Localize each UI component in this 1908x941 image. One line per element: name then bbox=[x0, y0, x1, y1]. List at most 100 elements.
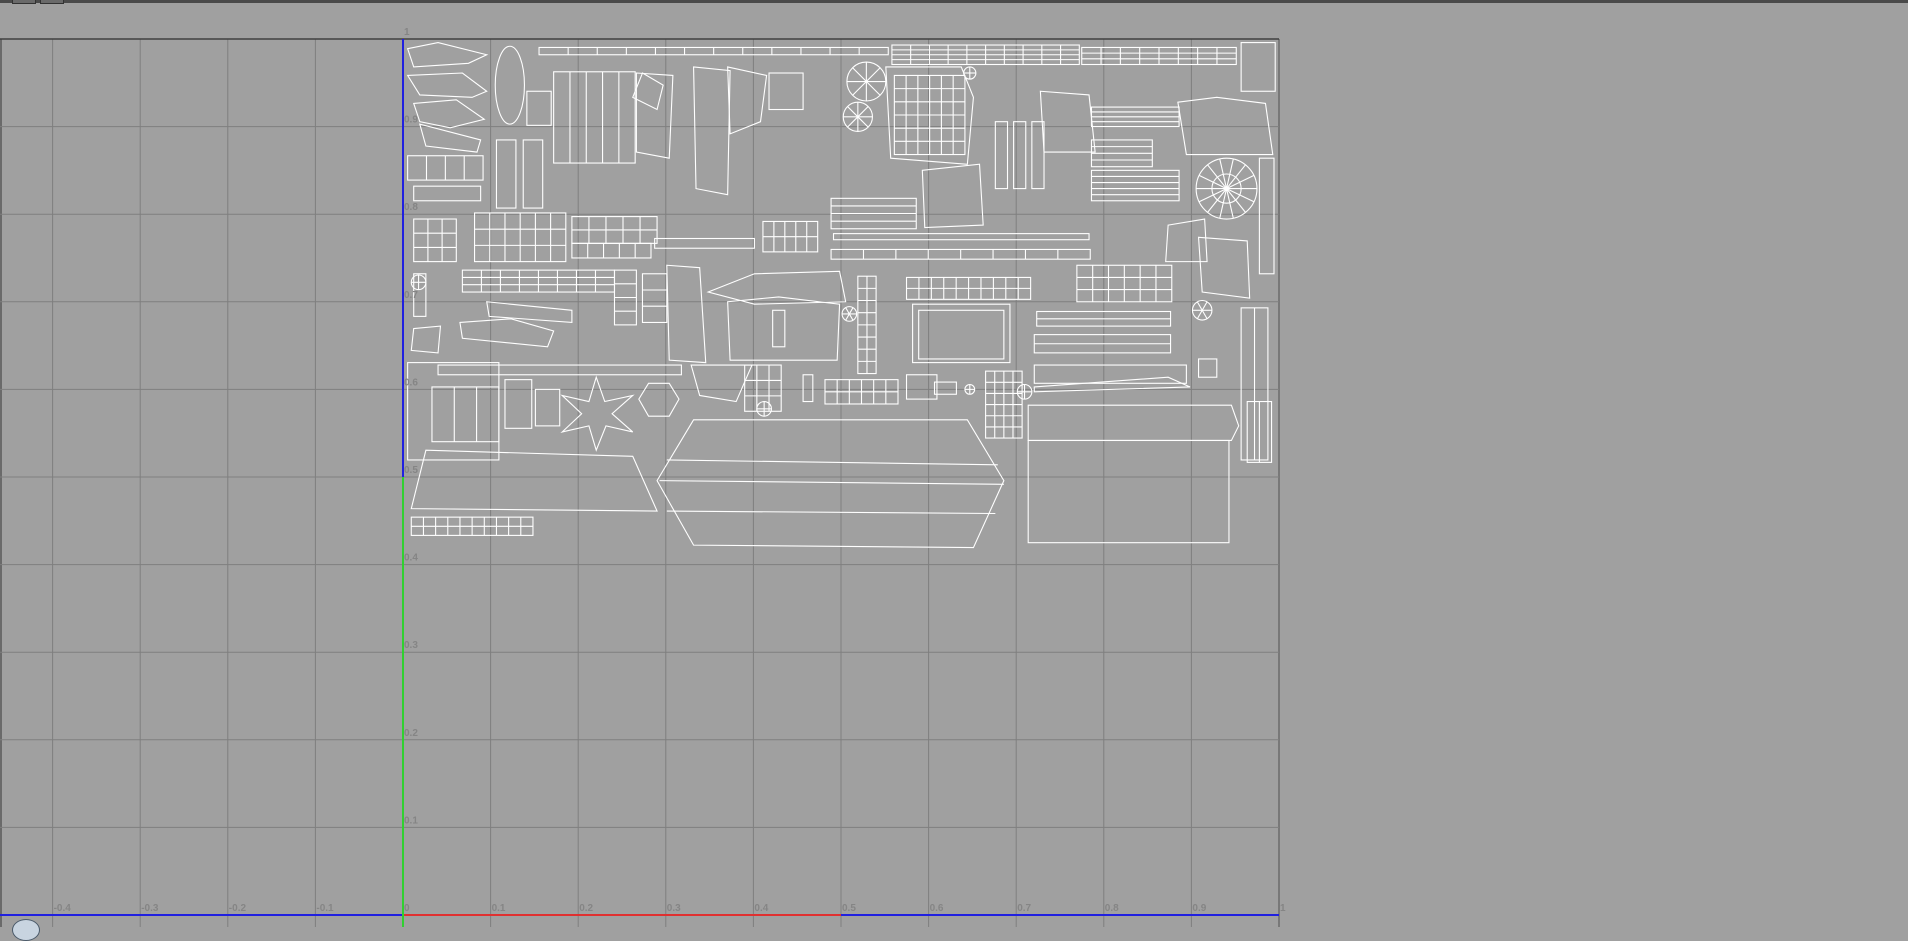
u-tick-label: 0.2 bbox=[579, 903, 593, 914]
uv-island[interactable] bbox=[632, 72, 664, 111]
u-tick-label: 0.1 bbox=[492, 903, 506, 914]
uv-island[interactable] bbox=[1027, 439, 1230, 544]
uv-island[interactable] bbox=[410, 516, 534, 536]
view-cube-button[interactable] bbox=[12, 919, 40, 941]
uv-island[interactable] bbox=[474, 212, 567, 263]
uv-island[interactable] bbox=[1195, 157, 1258, 220]
uv-island[interactable] bbox=[1240, 42, 1276, 92]
uv-island[interactable] bbox=[407, 362, 500, 461]
v-tick-label: 0.6 bbox=[404, 377, 418, 388]
uv-island[interactable] bbox=[802, 374, 814, 403]
uv-island[interactable] bbox=[1081, 46, 1237, 66]
uv-island[interactable] bbox=[921, 163, 984, 229]
uv-island[interactable] bbox=[846, 61, 887, 102]
u-tick-label: 1 bbox=[1280, 903, 1286, 914]
uv-island[interactable] bbox=[638, 382, 680, 417]
uv-island[interactable] bbox=[933, 381, 957, 395]
uv-island[interactable] bbox=[824, 379, 899, 405]
uv-island[interactable] bbox=[918, 309, 1005, 360]
uv-island[interactable] bbox=[1090, 139, 1153, 168]
uv-island[interactable] bbox=[857, 275, 877, 375]
uv-island[interactable] bbox=[459, 318, 555, 348]
uv-island[interactable] bbox=[461, 269, 616, 293]
uv-island[interactable] bbox=[830, 248, 1091, 260]
u-tick-label: 0.7 bbox=[1017, 903, 1031, 914]
uv-island[interactable] bbox=[560, 375, 635, 452]
uv-island[interactable] bbox=[495, 139, 517, 209]
uv-island[interactable] bbox=[1165, 218, 1208, 263]
uv-island[interactable] bbox=[964, 383, 976, 395]
uv-island[interactable] bbox=[613, 269, 637, 326]
uv-island[interactable] bbox=[830, 197, 917, 230]
uv-island[interactable] bbox=[1027, 404, 1240, 442]
uv-island[interactable] bbox=[744, 364, 782, 412]
uv-island[interactable] bbox=[1016, 383, 1033, 400]
uv-island[interactable] bbox=[693, 66, 731, 196]
uv-island[interactable] bbox=[994, 121, 1009, 190]
uv-island[interactable] bbox=[772, 309, 786, 348]
uv-island[interactable] bbox=[406, 42, 489, 68]
v-tick-label: 0.7 bbox=[404, 290, 418, 301]
uv-island[interactable] bbox=[706, 270, 847, 305]
uv-island[interactable] bbox=[1177, 96, 1274, 156]
uv-island[interactable] bbox=[1033, 334, 1172, 354]
uv-island[interactable] bbox=[842, 101, 873, 132]
uv-island[interactable] bbox=[762, 220, 819, 253]
uv-island[interactable] bbox=[406, 72, 488, 98]
uv-island[interactable] bbox=[1076, 264, 1173, 303]
uv-island[interactable] bbox=[1033, 364, 1187, 384]
uv-viewport[interactable]: -0.4 -0.3 -0.2 -0.1 0 0.1 0.2 0.3 0.4 0.5 0.6 0.7 0.… bbox=[0, 0, 1908, 927]
uv-island[interactable] bbox=[727, 296, 841, 361]
uv-island[interactable] bbox=[690, 364, 753, 403]
uv-island[interactable] bbox=[410, 449, 658, 512]
uv-island[interactable] bbox=[504, 379, 533, 429]
uv-island[interactable] bbox=[893, 74, 966, 156]
uv-island[interactable] bbox=[1090, 106, 1180, 128]
u-tick-label: 0.6 bbox=[930, 903, 944, 914]
uv-island[interactable] bbox=[1013, 121, 1027, 190]
uv-island[interactable] bbox=[571, 216, 658, 244]
uv-island[interactable] bbox=[407, 155, 484, 181]
uv-island[interactable] bbox=[526, 90, 552, 126]
uv-axes bbox=[0, 39, 1279, 927]
uv-island[interactable] bbox=[912, 303, 1011, 364]
uv-island[interactable] bbox=[768, 72, 804, 111]
uv-island[interactable] bbox=[756, 400, 772, 417]
uv-island[interactable] bbox=[841, 306, 858, 322]
uv-island[interactable] bbox=[410, 325, 442, 354]
uv-island[interactable] bbox=[666, 264, 707, 364]
v-tick-label: 0.1 bbox=[404, 815, 418, 826]
uv-island[interactable] bbox=[437, 364, 682, 376]
u-tick-label: -0.4 bbox=[54, 903, 72, 914]
uv-island[interactable] bbox=[412, 99, 486, 129]
uv-island[interactable] bbox=[635, 72, 674, 159]
uv-island[interactable] bbox=[1191, 300, 1213, 321]
u-tick-label: 0.3 bbox=[667, 903, 681, 914]
uv-island[interactable] bbox=[1090, 169, 1180, 202]
uv-island[interactable] bbox=[891, 44, 1080, 66]
uv-island[interactable] bbox=[1031, 121, 1045, 190]
uv-island[interactable] bbox=[553, 71, 636, 164]
uv-island[interactable] bbox=[538, 46, 889, 56]
uv-island[interactable] bbox=[431, 386, 500, 443]
uv-island[interactable] bbox=[571, 242, 652, 259]
v-tick-label: 0.3 bbox=[404, 640, 418, 651]
uv-island[interactable] bbox=[654, 237, 755, 249]
uv-island[interactable] bbox=[534, 388, 561, 427]
uv-island[interactable] bbox=[1240, 307, 1269, 461]
uv-island[interactable] bbox=[522, 139, 544, 209]
uv-island[interactable] bbox=[1039, 90, 1096, 153]
v-tick-label: 0.8 bbox=[404, 202, 418, 213]
uv-island[interactable] bbox=[641, 273, 668, 323]
uv-island[interactable] bbox=[1198, 358, 1218, 378]
uv-island[interactable] bbox=[413, 218, 457, 263]
uv-island[interactable] bbox=[832, 233, 1090, 241]
uv-island[interactable] bbox=[410, 274, 427, 291]
uv-island[interactable] bbox=[413, 185, 482, 202]
uv-island[interactable] bbox=[1258, 157, 1275, 275]
uv-island[interactable] bbox=[727, 66, 768, 135]
uv-island[interactable] bbox=[905, 276, 1032, 300]
u-tick-label: 0.8 bbox=[1105, 903, 1119, 914]
uv-island[interactable] bbox=[905, 374, 938, 400]
v-tick-label: 0.4 bbox=[404, 553, 418, 564]
